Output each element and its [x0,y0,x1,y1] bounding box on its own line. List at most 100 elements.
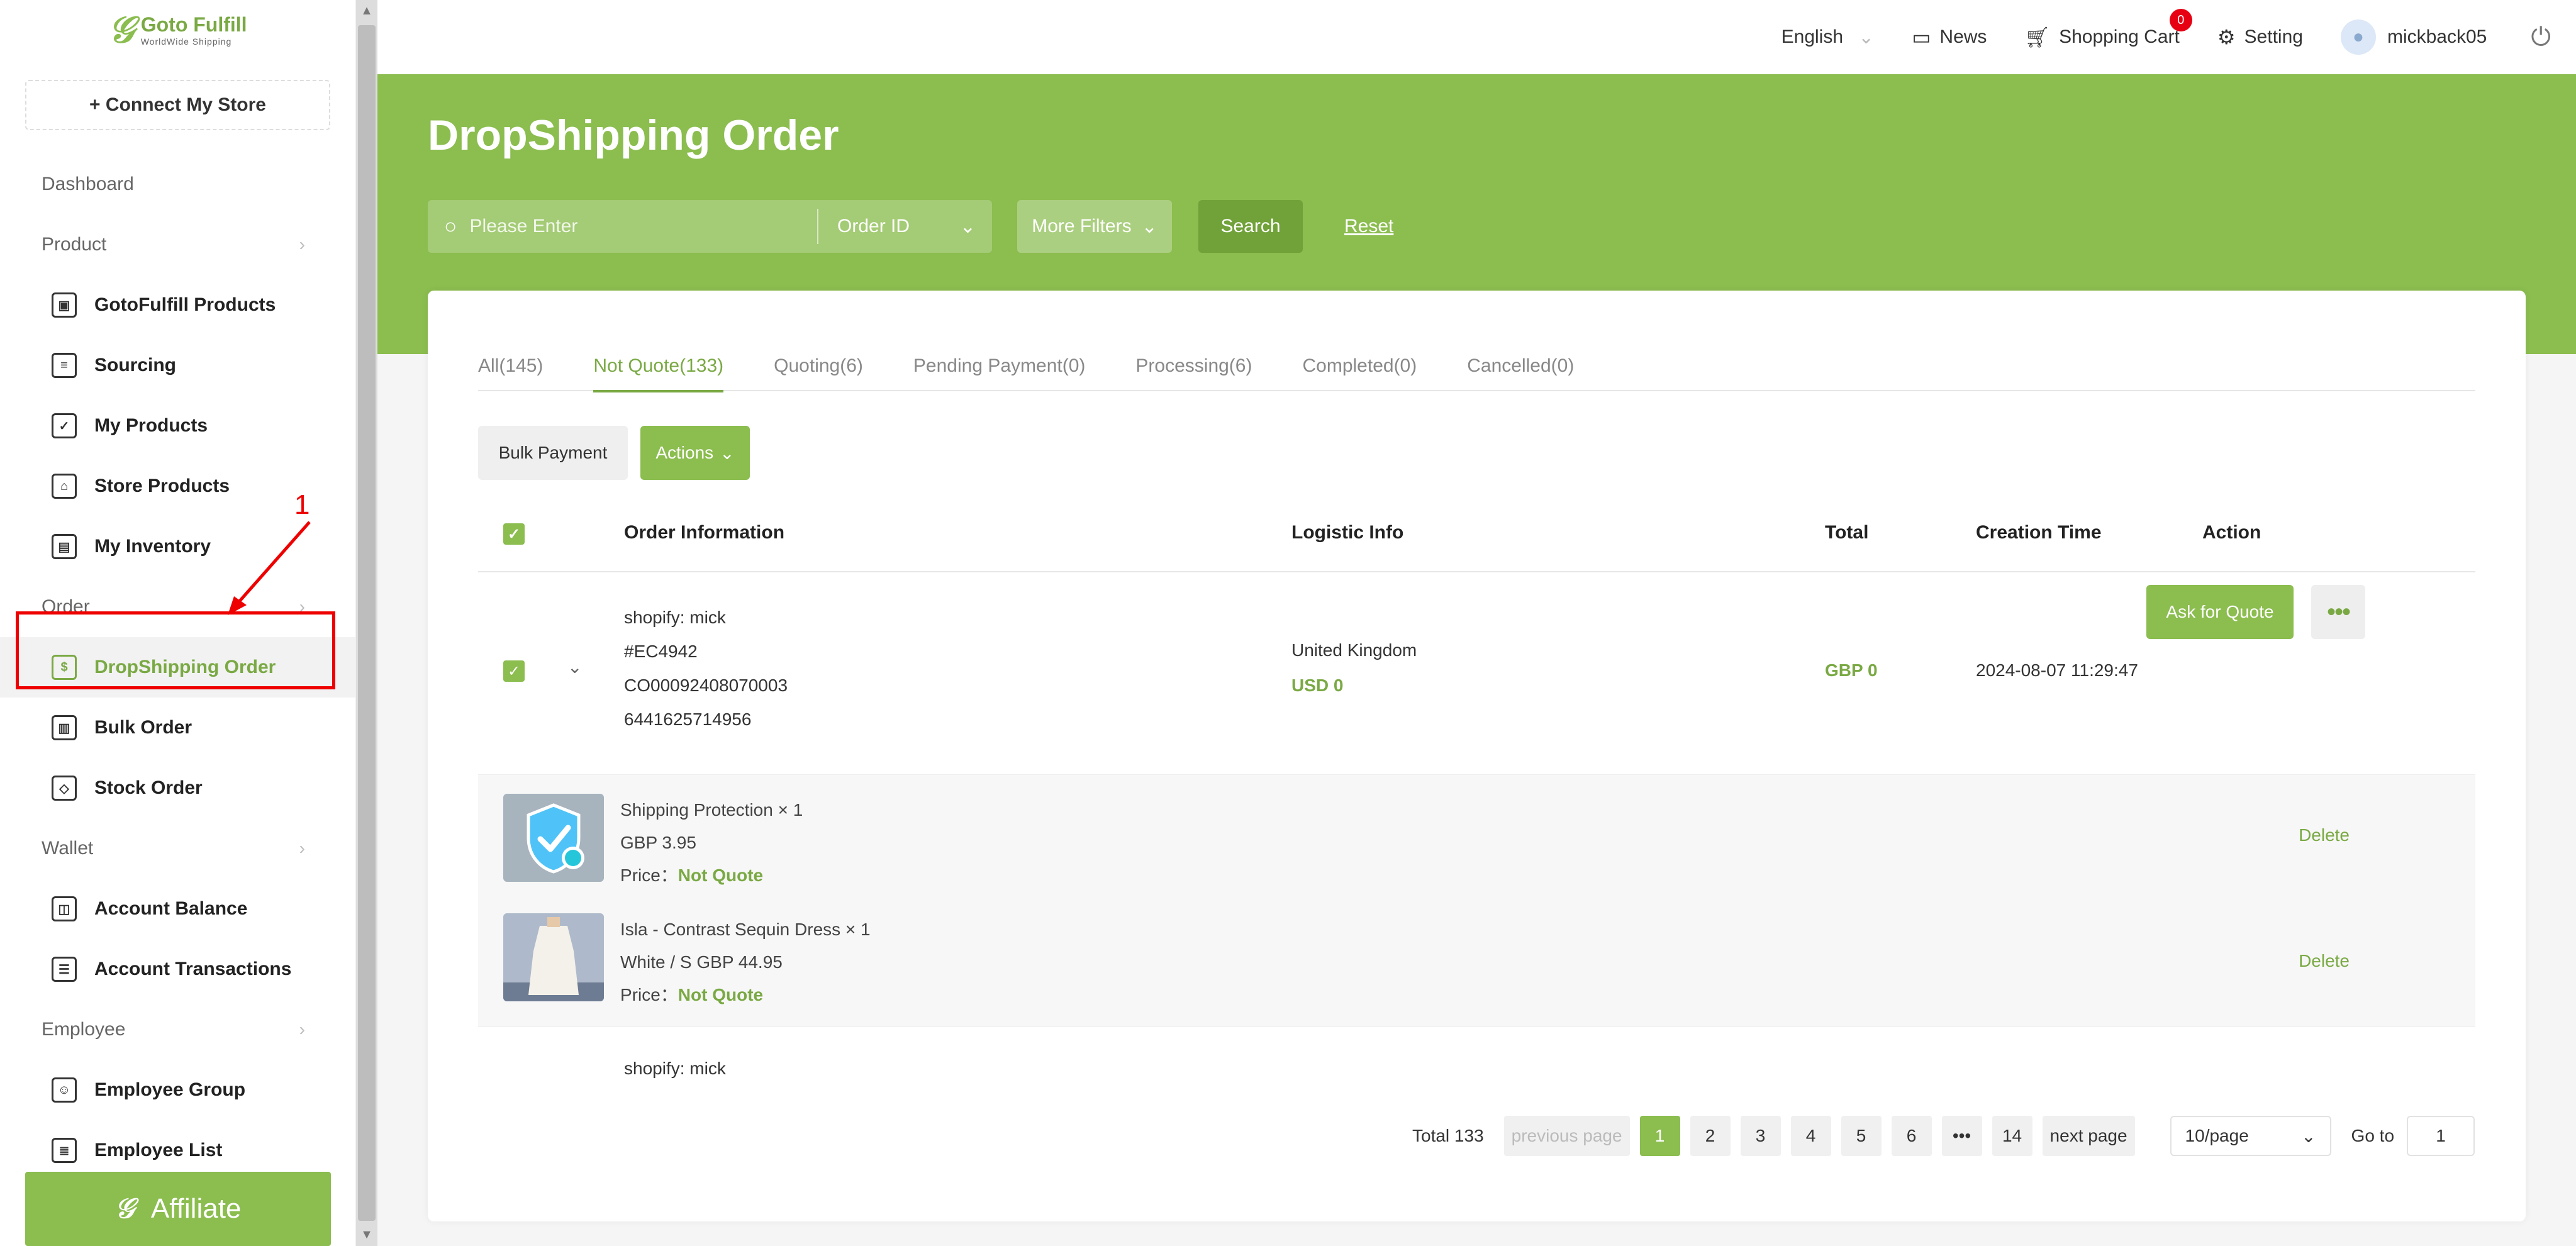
tab-cancelled[interactable]: Cancelled(0) [1467,341,1574,391]
page-size-value: 10/page [2185,1126,2249,1145]
sidebar-group-employee[interactable]: Employee › [0,999,355,1060]
sidebar-item-bulk-order[interactable]: ▥ Bulk Order [0,698,355,758]
news-label: News [1939,26,1987,47]
order-items: Shipping Protection × 1 GBP 3.95 Price：N… [478,775,2475,1026]
page-title: DropShipping Order [428,111,839,159]
top-bar: English ⌄ ▭ News 🛒︎ Shopping Cart 0 ⚙ Setti… [377,0,2576,74]
order-shop-id: 6441625714956 [624,709,752,729]
actions-label: Actions [655,443,714,462]
page-button-14[interactable]: 14 [1992,1116,2032,1156]
setting-link[interactable]: ⚙ Setting [2217,25,2303,49]
power-icon[interactable]: ⏻ [2531,23,2551,52]
shopping-cart-link[interactable]: 🛒︎ Shopping Cart 0 [2024,9,2192,49]
main-content: English ⌄ ▭ News 🛒︎ Shopping Cart 0 ⚙ Setti… [377,0,2576,1246]
product-thumbnail [503,913,604,1001]
logistic-country: United Kingdom [1291,640,1417,660]
table-toolbar: Bulk Payment Actions ⌄ [478,426,750,480]
actions-dropdown[interactable]: Actions ⌄ [640,426,750,480]
chevron-down-icon: ⌄ [720,443,735,463]
item-detail: GBP 3.95 [620,833,696,852]
tab-all[interactable]: All(145) [478,341,543,391]
annotation-arrow-icon [228,521,311,615]
bulk-payment-button[interactable]: Bulk Payment [478,426,628,480]
user-menu[interactable]: ● mickback05 [2340,19,2487,55]
filter-bar: ○ Order ID ⌄ More Filters ⌄ Search Reset [428,200,1393,253]
chevron-right-icon: › [299,838,305,858]
ask-for-quote-button[interactable]: Ask for Quote [2146,585,2294,639]
page-size-select[interactable]: 10/page ⌄ [2170,1116,2331,1156]
row-checkbox[interactable]: ✓ [503,660,525,682]
search-input[interactable] [468,215,798,238]
language-selector[interactable]: English ⌄ [1781,26,1875,48]
next-page-button[interactable]: next page [2042,1116,2135,1156]
gear-icon: ⚙ [2217,26,2236,48]
tab-completed[interactable]: Completed(0) [1302,341,1417,391]
check-icon: ✓ [503,523,525,545]
chevron-down-icon: ⌄ [2301,1126,2316,1146]
search-icon: ○ [444,214,457,238]
item-price-label: Price： [620,985,678,1004]
chevron-down-icon: ⌄ [1858,26,1875,48]
page-button-2[interactable]: 2 [1690,1116,1731,1156]
sidebar-item-label: Account Balance [94,898,248,919]
cart-count-badge: 0 [2169,9,2192,31]
search-box: ○ Order ID ⌄ [428,200,992,253]
cart-icon: 🛒︎ [2024,26,2051,48]
transactions-icon: ☰ [52,957,77,982]
app-root: 𝒢 Goto Fulfill WorldWide Shipping + Conn… [0,0,2576,1246]
chevron-down-icon: ⌄ [959,216,976,237]
page-button-6[interactable]: 6 [1891,1116,1932,1156]
sidebar-item-account-balance[interactable]: ◫ Account Balance [0,879,355,939]
sidebar-group-wallet[interactable]: Wallet › [0,818,355,879]
sidebar-item-label: Employee Group [94,1079,246,1100]
item-price-label: Price： [620,865,678,885]
page-button-5[interactable]: 5 [1841,1116,1882,1156]
sidebar-group-label: Wallet [42,838,94,859]
scroll-down-icon[interactable]: ▼ [356,1228,377,1242]
search-button[interactable]: Search [1198,200,1303,253]
sidebar-item-employee-group[interactable]: ☺ Employee Group [0,1060,355,1120]
delete-item-link[interactable]: Delete [2299,825,2350,845]
list-item: Isla - Contrast Sequin Dress × 1 White /… [503,913,871,1011]
sidebar-item-account-transactions[interactable]: ☰ Account Transactions [0,939,355,999]
delete-item-link[interactable]: Delete [2299,951,2350,971]
more-filters-label: More Filters [1032,216,1132,236]
chevron-down-icon: ⌄ [1141,216,1157,237]
shield-icon [527,803,584,874]
goto-page-input[interactable]: 1 [2407,1116,2475,1156]
item-detail: White / S GBP 44.95 [620,952,783,972]
more-actions-icon[interactable]: ••• [2311,585,2365,639]
item-price-status: Not Quote [677,985,764,1004]
page-button-4[interactable]: 4 [1790,1116,1831,1156]
item-price-status: Not Quote [677,865,764,885]
news-link[interactable]: ▭ News [1912,25,1987,49]
reset-link[interactable]: Reset [1344,216,1393,237]
logistic-shipping-cost: USD 0 [1291,676,1344,695]
sidebar-item-label: Employee List [94,1140,223,1160]
tab-not-quote[interactable]: Not Quote(133) [593,341,723,392]
more-filters-button[interactable]: More Filters ⌄ [1017,200,1172,253]
order-number: #EC4942 [624,642,698,661]
tab-quoting[interactable]: Quoting(6) [774,341,863,391]
goto-label: Go to [2351,1126,2395,1145]
setting-label: Setting [2244,26,2303,47]
wallet-icon: ◫ [52,896,77,921]
select-all-checkbox[interactable]: ✓ [503,523,525,545]
expand-chevron-icon[interactable]: ⌄ [567,657,582,677]
search-field-select[interactable]: Order ID ⌄ [837,216,976,238]
page-button-1[interactable]: 1 [1639,1116,1680,1156]
page-ellipsis-button[interactable]: ••• [1941,1116,1982,1156]
users-icon: ☺ [52,1077,77,1103]
check-icon: ✓ [503,660,525,682]
table-header: ✓ Order Information Logistic Info Total … [478,497,2475,572]
logistic-info-cell: United Kingdom USD 0 [1291,640,1417,696]
affiliate-button[interactable]: 𝒢 Affiliate [25,1172,331,1246]
previous-page-button[interactable]: previous page [1503,1116,1630,1156]
sidebar-item-label: Stock Order [94,777,203,798]
tab-processing[interactable]: Processing(6) [1135,341,1252,391]
col-logistic-info: Logistic Info [1291,522,1404,543]
sidebar-item-stock-order[interactable]: ◇ Stock Order [0,758,355,818]
username: mickback05 [2387,26,2487,47]
tab-pending-payment[interactable]: Pending Payment(0) [913,341,1086,391]
page-button-3[interactable]: 3 [1740,1116,1781,1156]
